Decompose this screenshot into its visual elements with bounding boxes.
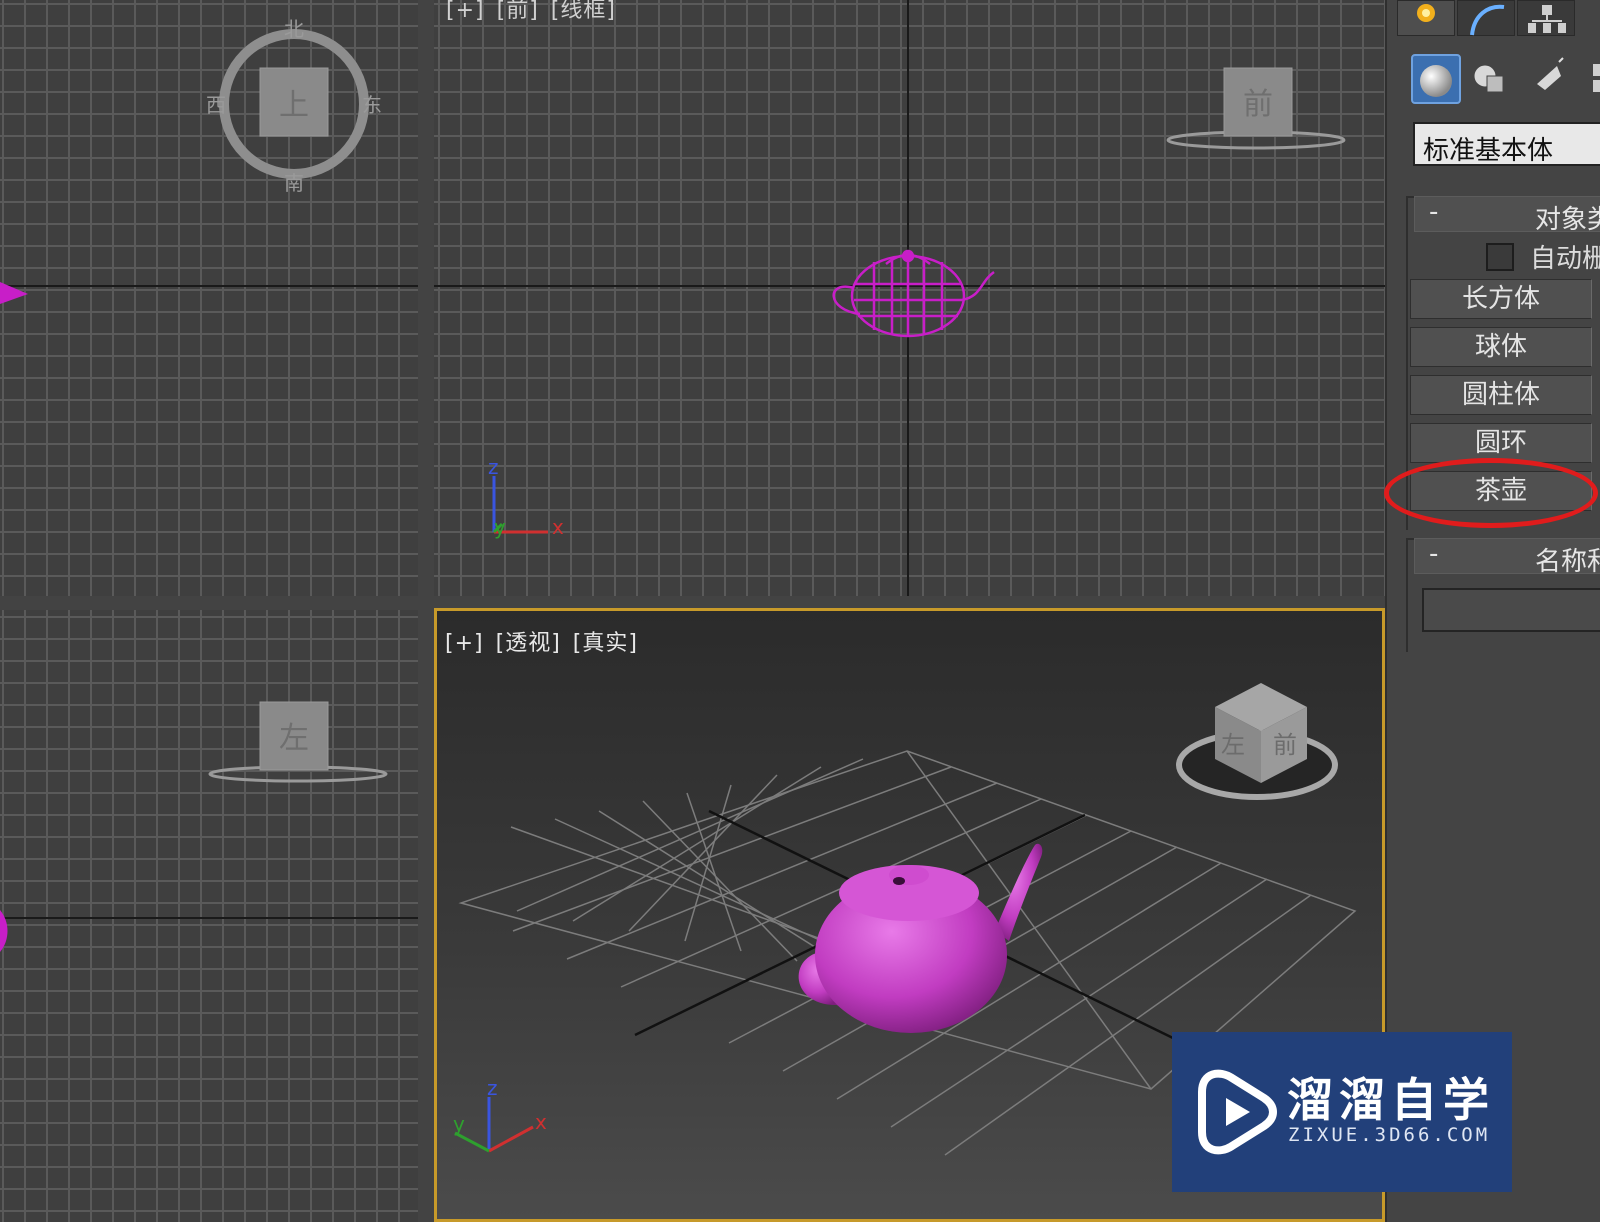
autogrid-row[interactable]: 自动栅 [1486, 238, 1600, 275]
compass-north: 北 [284, 17, 304, 41]
geometry-icon [1420, 65, 1452, 97]
category-dropdown[interactable]: 标准基本体 [1413, 122, 1600, 166]
modify-tab[interactable] [1457, 0, 1515, 36]
axis-z-label: z [488, 455, 499, 479]
viewport-splitter-horizontal-right[interactable] [434, 596, 1385, 608]
axis-tripod-perspective: z x y [453, 1076, 547, 1153]
viewcube-perspective[interactable]: 左 前 [1176, 683, 1338, 800]
viewport-left-overlay: 左 [0, 701, 418, 952]
command-panel-tabs [1397, 0, 1575, 36]
hierarchy-icon [1528, 5, 1566, 33]
rollout-title: 对象类 [1534, 205, 1600, 235]
autogrid-checkbox[interactable] [1486, 242, 1514, 271]
sphere-button[interactable]: 球体 [1410, 327, 1592, 367]
viewport-shading-mode[interactable]: [真实] [573, 631, 638, 656]
teapot-highlight-circle [1384, 458, 1598, 528]
teapot-wireframe-front [832, 249, 995, 338]
axis-x-label: x [535, 1110, 547, 1134]
viewcube-top-face: 上 [279, 88, 309, 123]
lights-subtab[interactable] [1523, 54, 1573, 104]
torus-button[interactable]: 圆环 [1410, 423, 1592, 463]
shapes-icon [1473, 64, 1504, 93]
create-subtabs [1411, 54, 1600, 104]
compass-east: 东 [362, 93, 382, 117]
viewport-front[interactable]: z x y 前 [+] [前] [线框] [434, 0, 1385, 596]
viewport-view-name[interactable]: [前] [497, 0, 539, 23]
name-color-rollout-header[interactable]: - 名称和 [1414, 538, 1600, 577]
viewport-top[interactable]: 上 北 南 东 西 [0, 0, 418, 596]
axis-y-label: y [453, 1112, 465, 1136]
watermark-subtitle: ZIXUE.3D66.COM [1288, 1124, 1491, 1146]
viewcube-front-face: 前 [1243, 87, 1273, 122]
watermark-title: 溜溜自学 [1287, 1073, 1495, 1127]
axis-y-label: y [494, 515, 506, 539]
geometry-subtab[interactable] [1411, 54, 1461, 104]
viewport-menu-plus[interactable]: [+] [446, 0, 485, 23]
modify-icon [1470, 4, 1505, 36]
axis-z-label: z [487, 1076, 498, 1100]
viewport-menu-plus[interactable]: [+] [445, 631, 484, 656]
axis-x-label: x [552, 515, 564, 539]
create-tab[interactable] [1397, 0, 1455, 36]
rollout-title: 名称和 [1534, 547, 1600, 577]
box-button[interactable]: 长方体 [1410, 279, 1592, 319]
viewcube-left-face: 左 [279, 721, 309, 756]
cylinder-button[interactable]: 圆柱体 [1410, 375, 1592, 415]
create-icon [1417, 4, 1435, 22]
viewcube-left[interactable]: 左 [208, 701, 388, 783]
axis-tripod-front: z x y [488, 455, 564, 539]
object-name-input[interactable] [1422, 588, 1600, 632]
viewport-left[interactable]: 左 [0, 610, 418, 1222]
viewport-shading-mode[interactable]: [线框] [551, 0, 616, 23]
compass-west: 西 [206, 93, 226, 117]
viewport-perspective-label[interactable]: [+] [透视] [真实] [445, 625, 650, 657]
viewcube-persp-left-face: 左 [1221, 731, 1245, 759]
shapes-subtab[interactable] [1467, 54, 1517, 104]
cameras-subtab[interactable] [1579, 54, 1600, 104]
viewcube-top[interactable]: 上 北 南 东 西 [206, 17, 382, 195]
viewcube-front[interactable]: 前 [1166, 67, 1346, 150]
teapot-wireframe-left [0, 910, 8, 952]
rollout-collapse-icon: - [1429, 539, 1439, 569]
compass-south: 南 [284, 171, 304, 195]
hierarchy-tab[interactable] [1517, 0, 1575, 36]
viewport-front-label[interactable]: [+] [前] [线框] [446, 0, 628, 24]
autogrid-label: 自动栅 [1530, 244, 1600, 274]
lights-icon [1537, 57, 1564, 90]
viewport-front-overlay: z x y 前 [434, 0, 1385, 596]
viewport-view-name[interactable]: [透视] [496, 631, 561, 656]
viewport-splitter-horizontal-left[interactable] [0, 596, 418, 610]
viewport-splitter-vertical[interactable] [418, 0, 434, 1222]
rollout-collapse-icon: - [1429, 197, 1439, 227]
play-logo-icon [1198, 1069, 1277, 1155]
cameras-icon [1593, 64, 1600, 92]
object-type-rollout-header[interactable]: - 对象类 [1414, 196, 1600, 235]
watermark-logo: 溜溜自学 ZIXUE.3D66.COM [1172, 1032, 1512, 1192]
viewport-top-overlay: 上 北 南 东 西 [0, 17, 418, 304]
viewcube-persp-front-face: 前 [1273, 731, 1297, 759]
